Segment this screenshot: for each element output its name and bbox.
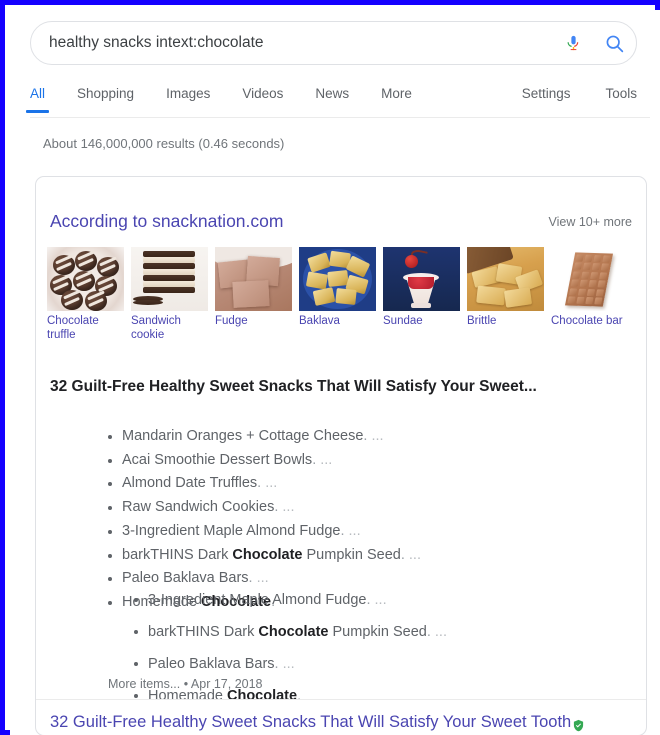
snippet-bullet-item: barkTHINS Dark Chocolate Pumpkin Seed. .… [132,621,632,643]
snippet-bullet-item: Acai Smoothie Dessert Bowls. ... [106,449,632,473]
thumbnail-item[interactable]: Chocolate bar [551,247,629,342]
snippet-bullet-item: barkTHINS Dark Chocolate Pumpkin Seed. .… [106,544,632,568]
result-title-text[interactable]: 32 Guilt-Free Healthy Sweet Snacks That … [50,711,571,733]
thumbnail-image-brittle[interactable] [467,247,544,311]
search-tabs-bar: All Shopping Images Videos News More Set… [25,84,637,120]
card-source-link[interactable]: According to snacknation.com [50,211,283,232]
tools-button[interactable]: Tools [605,84,637,113]
thumbnail-item[interactable]: Chocolate truffle [47,247,125,342]
thumbnail-item[interactable]: Fudge [215,247,293,342]
search-results-page: healthy snacks intext:chocolate All Shop… [10,10,660,735]
snippet-bullet-item: 3-Ingredient Maple Almond Fudge. ... [132,589,632,611]
thumbnail-item[interactable]: Brittle [467,247,545,342]
search-bar[interactable]: healthy snacks intext:chocolate [30,21,637,65]
thumbnail-label[interactable]: Chocolate truffle [47,315,125,342]
snippet-date: Apr 17, 2018 [190,677,263,691]
thumbnail-image-fudge[interactable] [215,247,292,311]
snippet-bullet-item: Paleo Baklava Bars. ... [132,653,632,675]
search-icon[interactable] [592,28,636,58]
thumbnail-image-sandwich-cookie[interactable] [131,247,208,311]
thumbnail-image-chocolate-truffle[interactable] [47,247,124,311]
result-title-link[interactable]: 32 Guilt-Free Healthy Sweet Snacks That … [50,711,636,733]
thumbnail-image-sundae[interactable] [383,247,460,311]
tab-videos[interactable]: Videos [242,84,283,113]
thumbnail-image-chocolate-bar[interactable] [551,247,628,311]
tab-images[interactable]: Images [166,84,210,113]
snippet-bullet-item: Almond Date Truffles. ... [106,472,632,496]
snippet-bullet-item: Mandarin Oranges + Cottage Cheese. ... [106,425,632,449]
snippet-bullet-item: Paleo Baklava Bars. ... [106,567,632,591]
verified-shield-icon [572,716,585,731]
thumbnail-label[interactable]: Baklava [299,315,377,329]
thumbnail-label[interactable]: Sandwich cookie [131,315,209,342]
thumbnail-label[interactable]: Chocolate bar [551,315,629,329]
thumbnail-label[interactable]: Fudge [215,315,293,329]
thumbnail-item[interactable]: Sandwich cookie [131,247,209,342]
tab-all[interactable]: All [25,84,50,113]
snippet-bullet-item: 3-Ingredient Maple Almond Fudge. ... [106,520,632,544]
thumbnail-label[interactable]: Sundae [383,315,461,329]
microphone-icon[interactable] [556,28,590,58]
result-stats: About 146,000,000 results (0.46 seconds) [43,136,285,151]
featured-snippet-card: According to snacknation.com View 10+ mo… [35,176,647,735]
tab-shopping[interactable]: Shopping [77,84,134,113]
thumbnail-carousel: Chocolate truffle Sandwich cookie Fudge … [47,247,638,342]
snippet-title: 32 Guilt-Free Healthy Sweet Snacks That … [50,378,537,395]
tab-more[interactable]: More [381,84,412,113]
view-more-button[interactable]: View 10+ more [549,215,633,229]
snippet-bullet-item: Raw Sandwich Cookies. ... [106,496,632,520]
card-header: According to snacknation.com View 10+ mo… [50,211,632,232]
thumbnail-item[interactable]: Sundae [383,247,461,342]
more-items-link[interactable]: More items... [108,677,180,691]
more-items-separator: • [183,677,189,691]
nav-divider [30,117,650,118]
thumbnail-item[interactable]: Baklava [299,247,377,342]
snippet-bullet-list: Mandarin Oranges + Cottage Cheese. ... Ac… [66,425,632,615]
snippet-nested-bullet-list: 3-Ingredient Maple Almond Fudge. ... bark… [92,589,632,717]
tab-news[interactable]: News [315,84,349,113]
search-input[interactable]: healthy snacks intext:chocolate [49,33,556,53]
thumbnail-image-baklava[interactable] [299,247,376,311]
browser-viewport-frame: healthy snacks intext:chocolate All Shop… [0,0,660,735]
more-items-line: More items... • Apr 17, 2018 [108,677,263,691]
thumbnail-label[interactable]: Brittle [467,315,545,329]
card-separator [36,699,646,700]
settings-button[interactable]: Settings [522,84,571,113]
